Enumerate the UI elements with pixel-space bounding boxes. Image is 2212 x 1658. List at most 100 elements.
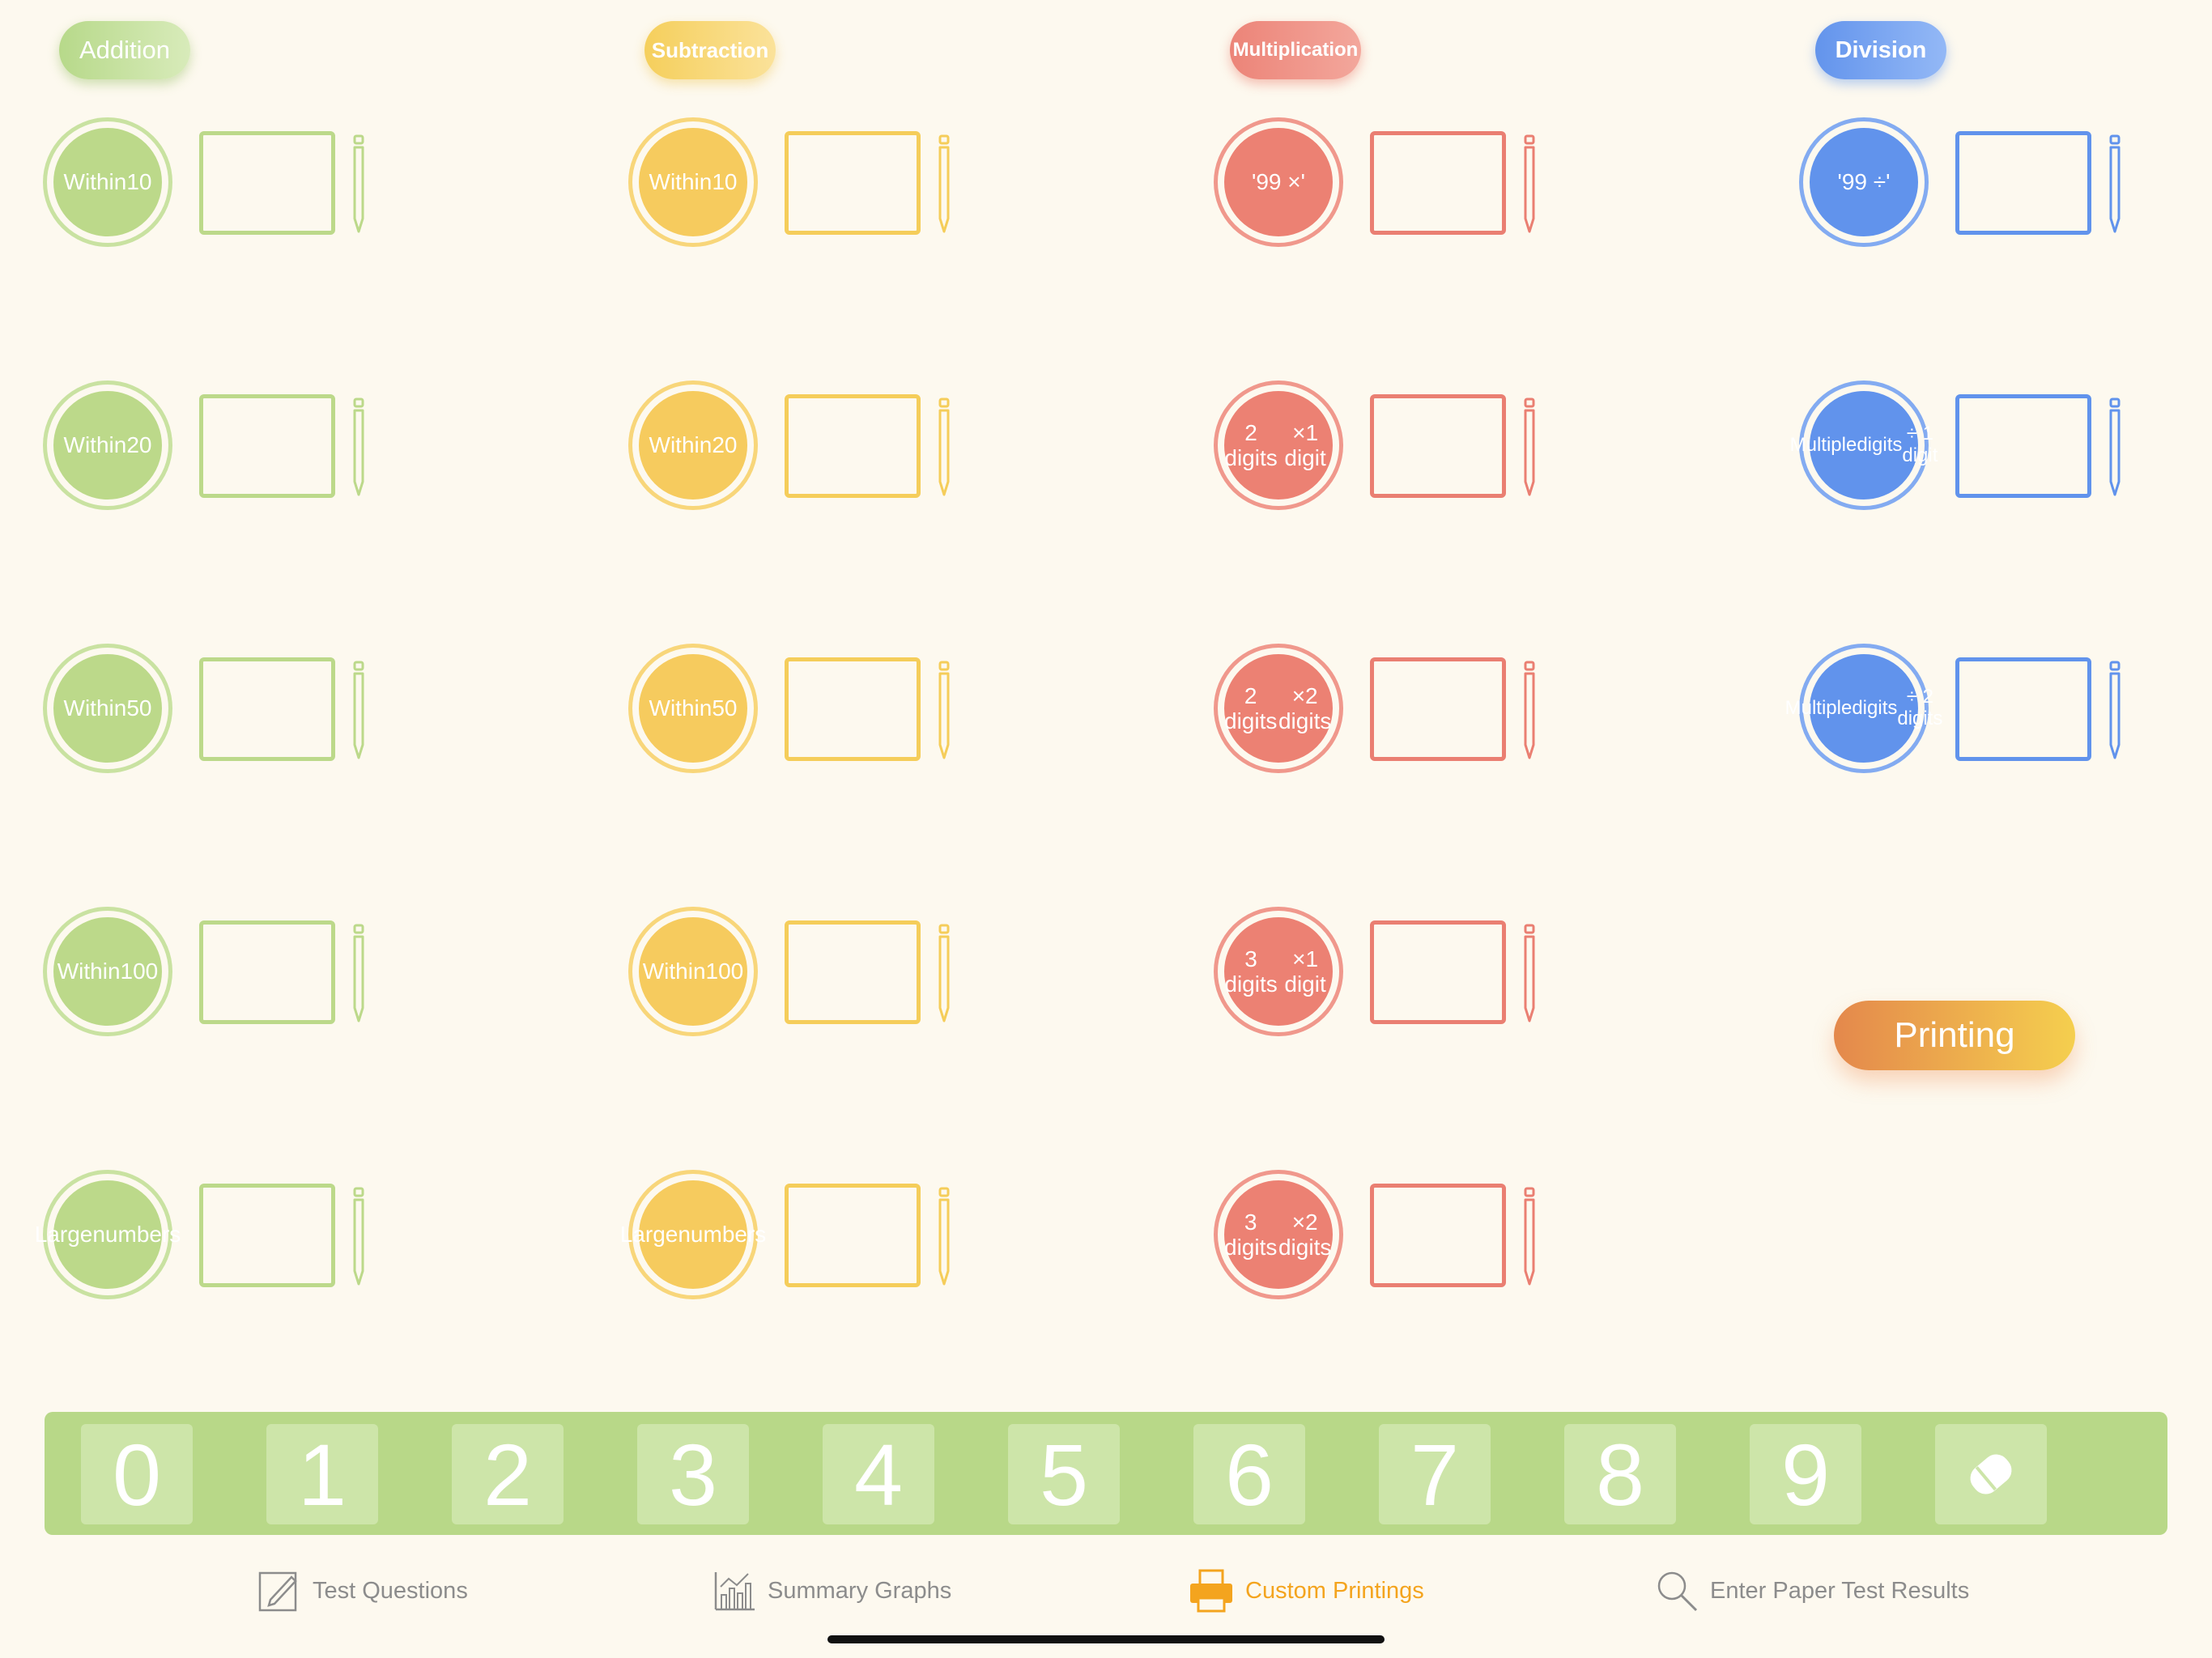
question-count-field[interactable] — [1370, 920, 1506, 1024]
question-count-field[interactable] — [785, 1184, 921, 1287]
tab-enter-paper-test-results[interactable]: Enter Paper Test Results — [1655, 1569, 1969, 1613]
printer-icon — [1190, 1569, 1232, 1613]
topic-select-button[interactable]: '99 ×' — [1218, 121, 1339, 243]
pencil-icon — [938, 1187, 950, 1286]
question-count-field[interactable] — [785, 131, 921, 235]
topic-select-button[interactable]: 3 digits ×1 digit — [1218, 911, 1339, 1032]
digit-label: 7 — [1410, 1425, 1460, 1524]
bar-chart-icon — [714, 1572, 755, 1611]
pencil-icon — [353, 661, 364, 759]
digit-label: 8 — [1595, 1425, 1645, 1524]
question-count-field[interactable] — [1955, 394, 2091, 498]
digit-key-9[interactable]: 9 — [1750, 1424, 1861, 1524]
division-label: Division — [1835, 36, 1927, 63]
topic-select-button[interactable]: Within 20 — [632, 385, 754, 506]
question-count-field[interactable] — [785, 920, 921, 1024]
topic-label-line: digits — [1857, 433, 1903, 456]
multiplication-column: '99 ×' 2 digits ×1 digit 2 digits ×2 digits 3… — [1218, 121, 1590, 1437]
topic-select-button[interactable]: Within 100 — [47, 911, 168, 1032]
pencil-icon — [938, 661, 950, 759]
topic-label-line: Large — [619, 1222, 678, 1248]
tab-custom-printings[interactable]: Custom Printings — [1189, 1569, 1424, 1613]
topic-label-line: ÷ 2 digits — [1897, 686, 1943, 729]
question-count-field[interactable] — [199, 657, 335, 761]
topic-item: Within 50 — [47, 648, 419, 769]
question-count-field[interactable] — [1955, 131, 2091, 235]
topic-select-button[interactable]: '99 ÷' — [1803, 121, 1925, 243]
digit-key-2[interactable]: 2 — [452, 1424, 564, 1524]
question-count-field[interactable] — [1955, 657, 2091, 761]
topic-item: 2 digits ×1 digit — [1218, 385, 1590, 506]
topic-select-button[interactable]: Large numbers — [620, 1174, 766, 1295]
topic-select-button[interactable]: Within 20 — [47, 385, 168, 506]
topic-label-line: Within — [642, 959, 706, 984]
tab-label: Test Questions — [313, 1577, 468, 1604]
topic-label-line: '99 ×' — [1252, 169, 1305, 195]
topic-label-line: 50 — [126, 695, 152, 721]
subtraction-category-button[interactable]: Subtraction — [644, 21, 776, 79]
digit-key-6[interactable]: 6 — [1193, 1424, 1305, 1524]
digit-key-3[interactable]: 3 — [637, 1424, 749, 1524]
pencil-icon — [1524, 661, 1535, 759]
printing-button[interactable]: Printing — [1834, 1001, 2075, 1070]
digit-key-5[interactable]: 5 — [1008, 1424, 1120, 1524]
pencil-icon — [2109, 661, 2121, 759]
topic-item: Within 100 — [47, 911, 419, 1032]
digit-key-4[interactable]: 4 — [823, 1424, 934, 1524]
topic-label-line: 50 — [712, 695, 738, 721]
topic-select-button[interactable]: Multiple digits ÷ 1 digit — [1790, 385, 1938, 506]
topic-label-line: 10 — [126, 169, 152, 195]
tab-test-questions[interactable]: Test Questions — [257, 1569, 468, 1613]
topic-select-button[interactable]: 3 digits ×2 digits — [1218, 1174, 1339, 1295]
pencil-icon — [2109, 134, 2121, 233]
subtraction-label: Subtraction — [651, 37, 769, 62]
digit-key-8[interactable]: 8 — [1564, 1424, 1676, 1524]
digit-key-7[interactable]: 7 — [1379, 1424, 1491, 1524]
topic-label-line: Within — [63, 169, 127, 195]
question-count-field[interactable] — [1370, 131, 1506, 235]
question-count-field[interactable] — [199, 131, 335, 235]
topic-label-line: 2 digits — [1224, 419, 1278, 470]
topic-label-line: 20 — [126, 432, 152, 458]
topic-label-line: 3 digits — [1224, 1209, 1278, 1260]
question-count-field[interactable] — [199, 920, 335, 1024]
topic-select-button[interactable]: 2 digits ×2 digits — [1218, 648, 1339, 769]
topic-item: Within 50 — [632, 648, 1005, 769]
topic-select-button[interactable]: Multiple digits ÷ 2 digits — [1785, 648, 1942, 769]
topic-label-line: Multiple — [1789, 433, 1857, 456]
digit-label: 5 — [1039, 1425, 1089, 1524]
topic-select-button[interactable]: Large numbers — [35, 1174, 181, 1295]
division-category-button[interactable]: Division — [1815, 21, 1946, 79]
question-count-field[interactable] — [199, 394, 335, 498]
topic-select-button[interactable]: Within 50 — [47, 648, 168, 769]
digit-key-1[interactable]: 1 — [266, 1424, 378, 1524]
tab-summary-graphs[interactable]: Summary Graphs — [713, 1569, 951, 1613]
question-count-field[interactable] — [1370, 394, 1506, 498]
tab-label: Summary Graphs — [768, 1577, 952, 1604]
topic-select-button[interactable]: Within 50 — [632, 648, 754, 769]
topic-item: '99 ×' — [1218, 121, 1590, 243]
eraser-key[interactable] — [1935, 1424, 2047, 1524]
question-count-field[interactable] — [785, 394, 921, 498]
topic-item: Multiple digits ÷ 2 digits — [1785, 648, 2176, 769]
topic-select-button[interactable]: Within 10 — [632, 121, 754, 243]
topic-select-button[interactable]: 2 digits ×1 digit — [1218, 385, 1339, 506]
digit-label: 9 — [1780, 1425, 1831, 1524]
topic-label-line: Within — [649, 695, 713, 721]
question-count-field[interactable] — [1370, 1184, 1506, 1287]
topic-select-button[interactable]: Within 100 — [632, 911, 754, 1032]
topic-select-button[interactable]: Within 10 — [47, 121, 168, 243]
topic-item: Large numbers — [620, 1174, 1005, 1295]
digit-label: 2 — [483, 1425, 533, 1524]
digit-label: 0 — [112, 1425, 162, 1524]
topic-label-line: ×2 digits — [1278, 682, 1332, 733]
topic-item: Within 20 — [632, 385, 1005, 506]
multiplication-category-button[interactable]: Multiplication — [1230, 21, 1361, 79]
question-count-field[interactable] — [199, 1184, 335, 1287]
digit-key-0[interactable]: 0 — [81, 1424, 193, 1524]
pencil-icon — [938, 134, 950, 233]
question-count-field[interactable] — [1370, 657, 1506, 761]
topic-label-line: ×1 digit — [1284, 419, 1326, 470]
addition-category-button[interactable]: Addition — [59, 21, 190, 79]
question-count-field[interactable] — [785, 657, 921, 761]
